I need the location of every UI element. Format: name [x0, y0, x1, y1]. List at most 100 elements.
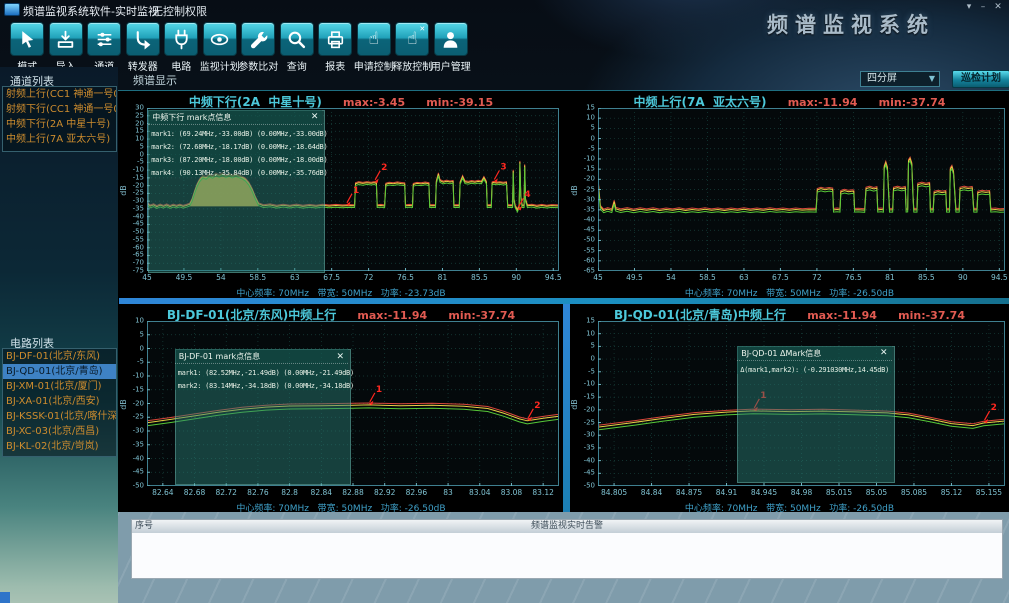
y-axis-labels: 302520151050-5-10-15-20-25-30-35-40-45-5… — [120, 108, 145, 271]
channel-list-item[interactable]: 射频下行(CC1 神通一号02星) — [3, 102, 116, 117]
circuit-list: BJ-DF-01(北京/东风)BJ-QD-01(北京/青岛)BJ-XM-01(北… — [2, 348, 117, 457]
permission-label: 无控制权限 — [152, 3, 207, 19]
circuit-list-item[interactable]: BJ-XA-01(北京/西安) — [3, 394, 116, 409]
sliders-icon — [94, 29, 115, 50]
toolbar-item-circuit: 电路 — [162, 22, 201, 73]
circuit-button[interactable] — [164, 22, 198, 56]
toolbar-item-monitor-plan: 监视计划 — [201, 22, 240, 73]
toolbar-item-report: 报表 — [316, 22, 355, 73]
mark-row: mark2: (72.68MHz,-18.17dB) (0.00MHz,-18.… — [148, 143, 322, 151]
cursor-icon — [17, 29, 38, 50]
screen-layout-select[interactable]: 四分屏 ▼ — [860, 71, 940, 87]
popup-title: BJ-QD-01 ΔMark信息 — [741, 348, 821, 359]
chart-status-line: 中心频率: 70MHz 带宽: 50MHz 功率: -26.50dB — [119, 501, 563, 512]
close-icon[interactable]: ✕ — [336, 352, 344, 362]
request-control-button[interactable]: ☝ — [357, 22, 391, 56]
channel-list-item[interactable]: 射频上行(CC1 神通一号02星) — [3, 87, 116, 102]
x-axis-labels: 82.6482.6882.7282.7682.882.8482.8882.928… — [147, 486, 559, 497]
channels-button[interactable] — [87, 22, 121, 56]
transponder-button[interactable] — [126, 22, 160, 56]
chevron-down-icon: ▼ — [929, 72, 935, 86]
app-icon — [4, 3, 20, 16]
channel-list-item[interactable]: 中频上行(7A 亚太六号) — [3, 132, 116, 147]
plot-area: 12 151050-5-10-15-20-25-30-35-40-45-50 8… — [598, 321, 1005, 486]
delta-mark-row: Δ(mark1,mark2): (-0.291030MHz,14.45dB) — [737, 366, 891, 374]
circuit-list-item[interactable]: BJ-QD-01(北京/青岛) — [3, 364, 116, 379]
circuit-list-item[interactable]: BJ-KL-02(北京/岢岚) — [3, 439, 116, 454]
chart-if-downlink-2a: 中频下行(2A 中星十号) max:-3.45 min:-39.15 dB 12… — [119, 92, 563, 297]
svg-text:4: 4 — [524, 190, 530, 200]
circuit-list-item[interactable]: BJ-XM-01(北京/厦门) — [3, 379, 116, 394]
wrench-icon — [248, 29, 269, 50]
chart-title-text: BJ-DF-01(北京/东风)中频上行 — [167, 308, 336, 322]
mark-row: mark1: (82.52MHz,-21.49dB) (0.00MHz,-21.… — [175, 369, 348, 377]
chart-status-line: 中心频率: 70MHz 带宽: 50MHz 功率: -26.50dB — [570, 286, 1009, 297]
chart-status-line: 中心频率: 70MHz 带宽: 50MHz 功率: -23.73dB — [119, 286, 563, 297]
mark-row: mark1: (69.24MHz,-33.00dB) (0.00MHz,-33.… — [148, 130, 322, 138]
chart-status-line: 中心频率: 70MHz 带宽: 50MHz 功率: -26.50dB — [570, 501, 1009, 512]
release-control-button[interactable]: ☝✕ — [395, 22, 429, 56]
user-icon — [440, 29, 461, 50]
chart-title-text: BJ-QD-01(北京/青岛)中频上行 — [614, 308, 786, 322]
popup-header: BJ-QD-01 ΔMark信息 ✕ — [737, 346, 891, 361]
circuit-list-item[interactable]: BJ-XC-03(北京/西昌) — [3, 424, 116, 439]
toolbar-item-request-control: ☝ 申请控制 — [355, 22, 394, 73]
monitor-plan-button[interactable] — [203, 22, 237, 56]
svg-text:3: 3 — [500, 163, 506, 173]
channel-list: 射频上行(CC1 神通一号02星)射频下行(CC1 神通一号02星)中频下行(2… — [2, 86, 117, 152]
chart-if-uplink-7a: 中频上行(7A 亚太六号) max:-11.94 min:-37.74 dB 1… — [570, 92, 1009, 297]
import-button[interactable] — [49, 22, 83, 56]
popup-header: BJ-DF-01 mark点信息 ✕ — [175, 349, 348, 364]
toolbar-item-transponder: 转发器 — [124, 22, 163, 73]
toolbar-item-release-control: ☝✕ 释放控制 — [393, 22, 432, 73]
alarm-table-header: 序号 频谱监视实时告警 — [131, 519, 1003, 534]
hand-point-icon: ☝ — [369, 31, 379, 48]
mode-button[interactable] — [10, 22, 44, 56]
toolbar-item-mode: 模式 — [8, 22, 47, 73]
y-axis-labels: 151050-5-10-15-20-25-30-35-40-45-50-55-6… — [571, 108, 596, 271]
x-axis-labels: 4549.55458.56367.57276.58185.59094.5 — [598, 271, 1005, 282]
alarm-table-body — [131, 533, 1003, 579]
patrol-plan-button[interactable]: 巡检计划 — [952, 70, 1009, 88]
svg-text:2: 2 — [381, 163, 387, 173]
toolbar-item-channels: 通道 — [85, 22, 124, 73]
svg-text:1: 1 — [376, 385, 382, 395]
y-axis-labels: 151050-5-10-15-20-25-30-35-40-45-50 — [571, 321, 596, 486]
section-label: 频谱显示 — [133, 72, 177, 88]
plug-icon — [171, 29, 192, 50]
mark-info-popup: BJ-DF-01 mark点信息 ✕ mark1: (82.52MHz,-21.… — [175, 349, 348, 390]
minimize-button[interactable]: – — [977, 1, 989, 13]
pin-button[interactable]: ▾ — [963, 1, 975, 13]
plot-area: 12 1050-5-10-15-20-25-30-35-40-45-50 82.… — [147, 321, 559, 486]
window-title: 频谱监视系统软件-实时监视 — [23, 3, 159, 19]
toolbar-item-param-compare: 参数比对 — [239, 22, 278, 73]
close-icon[interactable]: ✕ — [311, 112, 319, 122]
popup-header: 中频下行 mark点信息 ✕ — [148, 110, 322, 125]
circuit-list-item[interactable]: BJ-KSSK-01(北京/喀什深空站) — [3, 409, 116, 424]
param-compare-button[interactable] — [241, 22, 275, 56]
circuit-list-item[interactable]: BJ-DF-01(北京/东风) — [3, 349, 116, 364]
user-management-button[interactable] — [434, 22, 468, 56]
mark-row: mark4: (90.13MHz,-35.84dB) (0.00MHz,-35.… — [148, 169, 322, 177]
plot-area: 151050-5-10-15-20-25-30-35-40-45-50-55-6… — [598, 108, 1005, 271]
printer-icon — [325, 29, 346, 50]
delta-mark-popup: BJ-QD-01 ΔMark信息 ✕ Δ(mark1,mark2): (-0.2… — [737, 346, 891, 374]
alarm-panel: 序号 频谱监视实时告警 — [118, 512, 1009, 603]
close-icon[interactable]: ✕ — [880, 348, 888, 358]
popup-title: BJ-DF-01 mark点信息 — [179, 351, 260, 362]
toolbar: 模式 导入 通道 转发器 电路 — [8, 22, 470, 73]
chart-title-text: 中频上行(7A 亚太六号) — [634, 95, 767, 109]
channel-list-item[interactable]: 中频下行(2A 中星十号) — [3, 117, 116, 132]
spectrum-monitor-app: 频谱监视系统软件-实时监视 无控制权限 ▾ – ✕ 频谱监视系统 模式 导入 通… — [0, 0, 1009, 603]
popup-title: 中频下行 mark点信息 — [152, 112, 231, 123]
hand-point-x-icon: ☝ — [407, 31, 417, 48]
spectrum-plot[interactable] — [598, 108, 1005, 271]
close-button[interactable]: ✕ — [992, 1, 1004, 13]
x-badge-icon: ✕ — [419, 25, 425, 33]
mark-info-popup: 中频下行 mark点信息 ✕ mark1: (69.24MHz,-33.00dB… — [148, 110, 322, 177]
svg-text:2: 2 — [534, 401, 540, 411]
query-button[interactable] — [280, 22, 314, 56]
toolbar-item-query: 查询 — [278, 22, 317, 73]
report-button[interactable] — [318, 22, 352, 56]
chart-title-text: 中频下行(2A 中星十号) — [189, 95, 322, 109]
